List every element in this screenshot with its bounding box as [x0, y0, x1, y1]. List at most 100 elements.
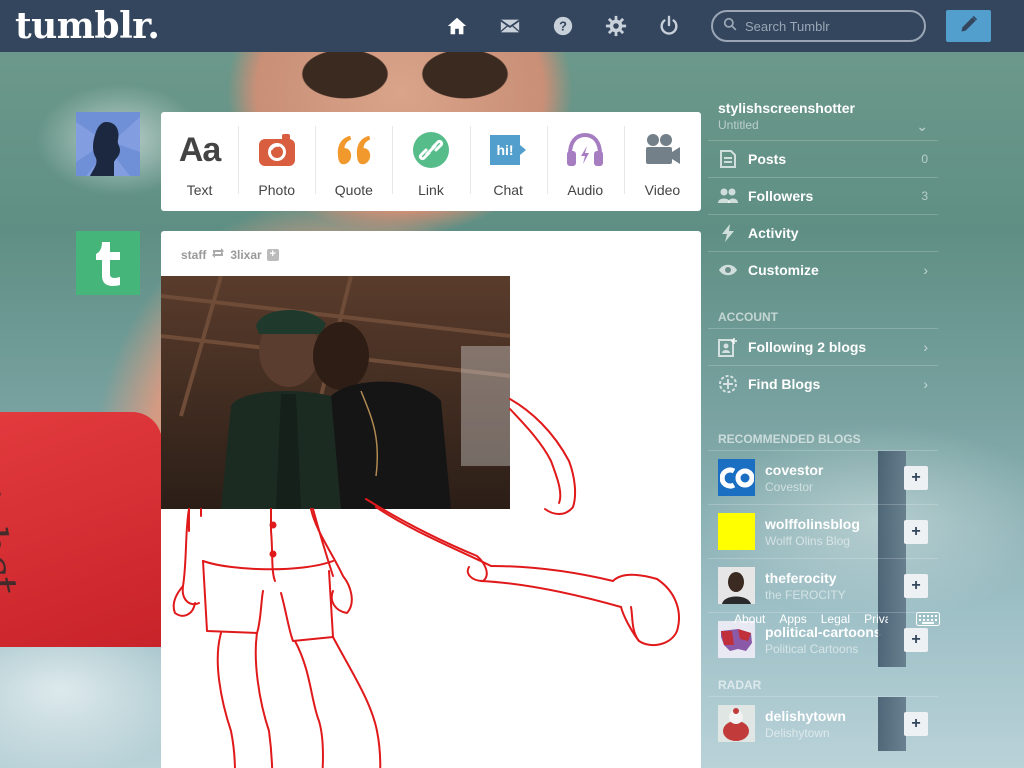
find-blogs-icon: [718, 374, 738, 394]
post-type-link-button[interactable]: Link: [392, 112, 469, 211]
sidebar-item-customize[interactable]: Customize ›: [708, 251, 938, 288]
sidebar-item-posts[interactable]: Posts 0: [708, 140, 938, 177]
dashboard-post: staff 3lixar +: [161, 231, 701, 768]
recommended-blog[interactable]: covestor Covestor +: [708, 450, 938, 505]
follow-button[interactable]: +: [904, 466, 928, 490]
footer-link-about[interactable]: About: [734, 612, 765, 626]
red-line-drawing: [172, 398, 680, 768]
background-surfboard: [0, 412, 162, 647]
radar-blog[interactable]: delishytown Delishytown +: [708, 696, 938, 751]
blog-name: theferocity: [765, 569, 837, 586]
keyboard-icon[interactable]: [916, 612, 940, 631]
pencil-icon: [959, 14, 979, 39]
radar-heading: RADAR: [718, 678, 762, 692]
blog-title: Political Cartoons: [765, 641, 859, 656]
follow-button[interactable]: +: [904, 574, 928, 598]
chevron-right-icon: ›: [923, 339, 928, 355]
camera-icon: [257, 130, 297, 170]
footer-link-privacy[interactable]: Privacy: [864, 612, 888, 626]
blog-title: Delishytown: [765, 725, 830, 740]
post-type-video-button[interactable]: Video: [623, 112, 701, 211]
sidebar-item-count: 3: [921, 189, 928, 203]
post-type-label: Text: [186, 182, 213, 198]
search-box[interactable]: [711, 10, 926, 42]
sidebar-item-activity[interactable]: Activity: [708, 214, 938, 251]
top-header: tumblr. ?: [0, 0, 1024, 52]
sidebar-item-label: Customize: [748, 262, 819, 278]
post-type-quote-button[interactable]: Quote: [315, 112, 392, 211]
blog-title: Covestor: [765, 479, 814, 494]
activity-icon: [718, 223, 738, 243]
user-avatar[interactable]: [76, 112, 140, 176]
follow-button[interactable]: +: [904, 628, 928, 652]
post-type-label: Video: [644, 182, 681, 198]
sidebar-item-following[interactable]: Following 2 blogs ›: [708, 328, 938, 365]
post-type-text-button[interactable]: Aa Text: [161, 112, 238, 211]
followers-icon: [718, 186, 738, 206]
post-type-audio-button[interactable]: Audio: [546, 112, 624, 211]
post-type-label: Audio: [567, 182, 604, 198]
blog-name: stylishscreenshotter: [718, 100, 855, 116]
sidebar-item-label: Followers: [748, 188, 814, 204]
blog-name: wolffolinsblog: [765, 515, 860, 532]
post-type-label: Link: [418, 182, 444, 198]
sidebar-item-label: Following 2 blogs: [748, 339, 867, 355]
follow-button[interactable]: +: [904, 520, 928, 544]
post-type-label: Photo: [258, 182, 295, 198]
search-icon: [723, 17, 737, 36]
footer-link-apps[interactable]: Apps: [779, 612, 806, 626]
post-type-chat-button[interactable]: hi! Chat: [469, 112, 547, 211]
post-type-label: Chat: [493, 182, 523, 198]
blog-header-strip: [878, 697, 906, 751]
sidebar-item-label: Activity: [748, 225, 799, 241]
tumblr-logo[interactable]: tumblr.: [15, 5, 160, 47]
inbox-icon[interactable]: [497, 13, 523, 39]
svg-text:?: ?: [559, 19, 567, 34]
staff-avatar[interactable]: [76, 231, 140, 295]
post-type-photo-button[interactable]: Photo: [238, 112, 315, 211]
compose-button[interactable]: [946, 10, 991, 42]
posts-icon: [718, 149, 738, 169]
footer-link-legal[interactable]: Legal: [821, 612, 850, 626]
background-sunglasses: [285, 52, 525, 112]
sidebar-item-label: Posts: [748, 151, 787, 167]
power-icon[interactable]: [656, 13, 682, 39]
blog-header-strip: [878, 505, 906, 559]
chevron-right-icon: ›: [923, 262, 928, 278]
blog-name: covestor: [765, 461, 824, 478]
following-icon: [718, 337, 738, 357]
help-icon[interactable]: ?: [550, 13, 576, 39]
chat-icon: hi!: [488, 130, 528, 170]
sidebar-item-find-blogs[interactable]: Find Blogs ›: [708, 365, 938, 402]
sidebar-item-label: Find Blogs: [748, 376, 821, 392]
right-sidebar: stylishscreenshotter Untitled ⌄ Posts 0 …: [708, 100, 938, 751]
blog-avatar: [718, 705, 755, 742]
recommended-blog[interactable]: theferocity the FEROCITY +: [708, 558, 938, 613]
home-icon[interactable]: [444, 13, 470, 39]
post-type-label: Quote: [334, 182, 373, 198]
blog-avatar: [718, 621, 755, 658]
blog-header-strip: [878, 451, 906, 505]
post-type-bar: Aa Text Photo Quote Link hi! Chat Audio: [161, 112, 701, 211]
recommended-blog[interactable]: wolffolinsblog Wolff Olins Blog +: [708, 504, 938, 559]
text-icon: Aa: [178, 130, 221, 169]
blog-avatar: [718, 459, 755, 496]
link-icon: [411, 130, 451, 170]
follow-button[interactable]: +: [904, 712, 928, 736]
svg-text:hi!: hi!: [497, 142, 514, 158]
headphones-icon: [565, 130, 605, 170]
search-input[interactable]: [745, 18, 915, 34]
blog-title-row[interactable]: stylishscreenshotter Untitled ⌄: [708, 100, 938, 140]
sidebar-item-count: 0: [921, 152, 928, 166]
sidebar-item-followers[interactable]: Followers 3: [708, 177, 938, 214]
account-heading: ACCOUNT: [718, 310, 778, 324]
blog-header-strip: [878, 559, 906, 613]
video-camera-icon: [642, 130, 682, 170]
eye-icon: [718, 260, 738, 280]
chevron-down-icon[interactable]: ⌄: [916, 118, 928, 135]
footer-links: About Apps Legal Privacy: [734, 612, 888, 626]
chevron-right-icon: ›: [923, 376, 928, 392]
blog-avatar: [718, 567, 755, 604]
blog-subtitle: Untitled: [718, 118, 759, 132]
settings-icon[interactable]: [603, 13, 629, 39]
